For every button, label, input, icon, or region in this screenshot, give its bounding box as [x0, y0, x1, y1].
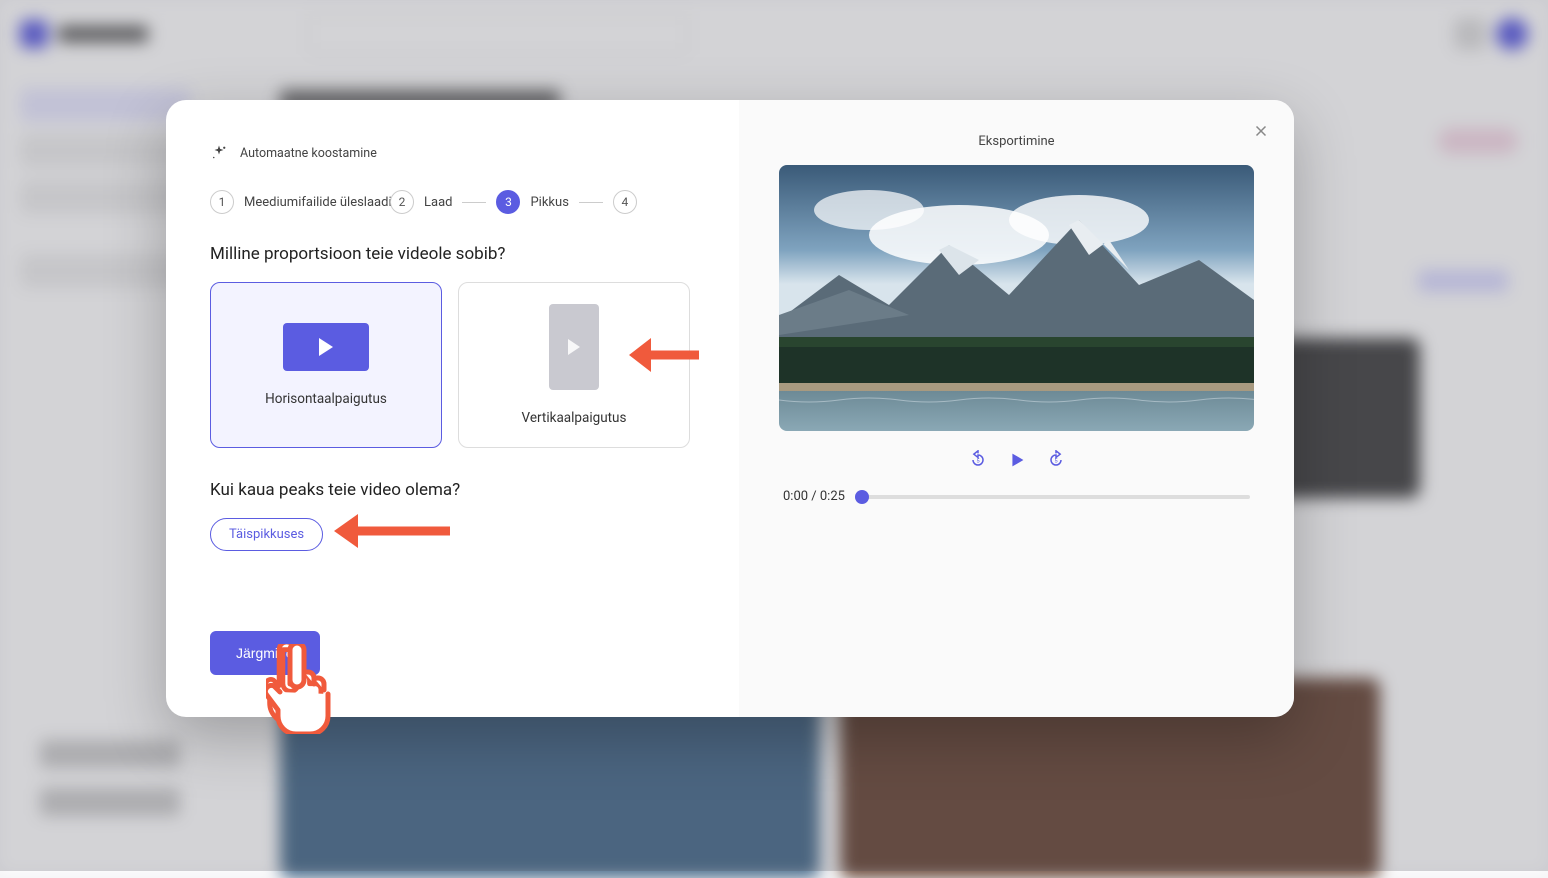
- step-3-label: Pikkus: [530, 195, 568, 210]
- step-2-dot[interactable]: 2: [390, 190, 414, 214]
- option-horizontal[interactable]: Horisontaalpaigutus: [210, 282, 442, 448]
- export-label: Eksportimine: [978, 134, 1054, 149]
- modal-left-pane: Automaatne koostamine 1 Meediumifailide …: [166, 100, 739, 717]
- sparkle-icon: [210, 144, 228, 162]
- scrubber[interactable]: [855, 495, 1250, 499]
- annotation-cursor-icon: [266, 644, 334, 734]
- step-1-dot[interactable]: 1: [210, 190, 234, 214]
- option-horizontal-label: Horisontaalpaigutus: [265, 391, 387, 407]
- close-icon[interactable]: [1252, 122, 1270, 140]
- forward-5-icon[interactable]: 5: [1046, 450, 1066, 470]
- svg-text:5: 5: [1054, 459, 1058, 465]
- vertical-thumb-icon: [549, 304, 599, 390]
- horizontal-thumb-icon: [283, 323, 369, 371]
- aspect-question: Milline proportsioon teie videole sobib?: [210, 244, 695, 264]
- annotation-arrow-2: [332, 510, 450, 552]
- scrubber-thumb[interactable]: [855, 490, 869, 504]
- svg-text:5: 5: [976, 459, 980, 465]
- playback-controls: 5 5: [968, 449, 1066, 471]
- annotation-arrow-1: [627, 334, 699, 376]
- auto-compose-modal: Automaatne koostamine 1 Meediumifailide …: [166, 100, 1294, 717]
- stepper: 1 Meediumifailide üleslaadimine 2 Laad 3…: [210, 190, 695, 214]
- duration-question: Kui kaua peaks teie video olema?: [210, 480, 695, 500]
- chip-full-length[interactable]: Täispikkuses: [210, 518, 323, 551]
- step-2-label: Laad: [424, 195, 452, 210]
- step-3-dot[interactable]: 3: [496, 190, 520, 214]
- modal-right-pane: Eksportimine: [739, 100, 1294, 717]
- step-4-dot[interactable]: 4: [613, 190, 637, 214]
- step-1-label: Meediumifailide üleslaadimine: [244, 195, 394, 210]
- modal-title: Automaatne koostamine: [240, 146, 377, 161]
- play-icon[interactable]: [1006, 449, 1028, 471]
- option-vertical-label: Vertikaalpaigutus: [522, 410, 627, 426]
- rewind-5-icon[interactable]: 5: [968, 450, 988, 470]
- time-display: 0:00 / 0:25: [783, 489, 845, 504]
- video-preview[interactable]: [779, 165, 1254, 431]
